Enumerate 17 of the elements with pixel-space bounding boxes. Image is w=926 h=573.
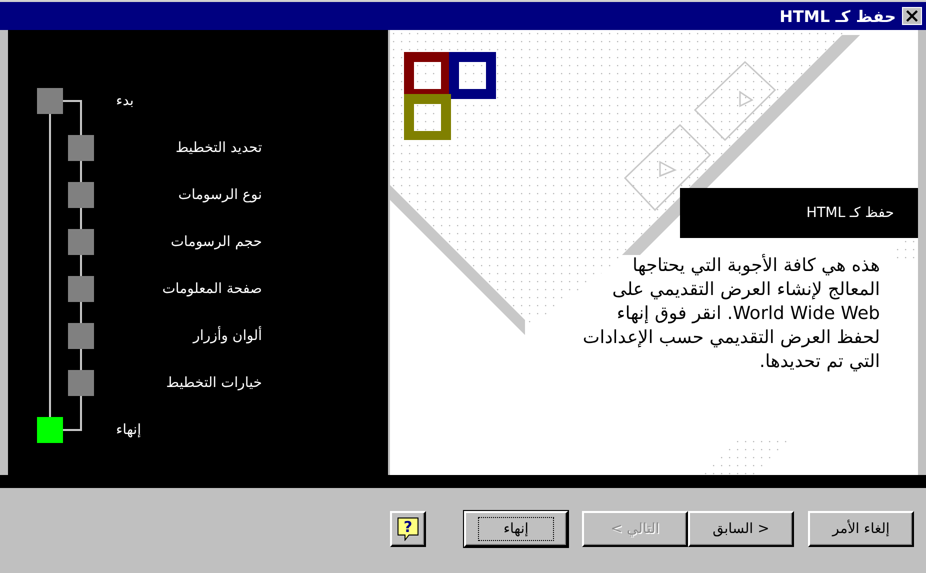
description-text: هذه هي كافة الأجوبة التي يحتاجها المعالج لإنشاء العرض التقديمي على World Wide Web. انقر فوق إنهاء لحفظ العرض التقديمي حسب الإعدادات التي تم تحديدها. xyxy=(582,254,880,374)
close-icon[interactable] xyxy=(902,7,922,25)
wizard-button[interactable]: إلغاء الأمر xyxy=(808,510,914,546)
step-label[interactable]: نوع الرسومات xyxy=(102,186,262,202)
step-label[interactable]: صفحة المعلومات xyxy=(102,280,262,296)
step-label[interactable]: ألوان وأزرار xyxy=(102,328,262,344)
wizard-button[interactable]: إنهاء xyxy=(464,510,568,546)
step-label[interactable]: خيارات التخطيط xyxy=(102,374,262,390)
step-label[interactable]: إنهاء xyxy=(116,422,142,438)
window-title: حفظ كـ HTML xyxy=(779,6,896,26)
step-label[interactable]: حجم الرسومات xyxy=(102,234,262,250)
step-label[interactable]: تحديد التخطيط xyxy=(102,140,262,156)
help-button[interactable]: ? xyxy=(390,510,426,546)
page-heading: حفظ كـ HTML xyxy=(806,205,894,221)
help-icon: ? xyxy=(397,516,419,540)
wizard-button[interactable]: < السابق xyxy=(688,510,794,546)
step-label[interactable]: بدء xyxy=(116,92,134,108)
